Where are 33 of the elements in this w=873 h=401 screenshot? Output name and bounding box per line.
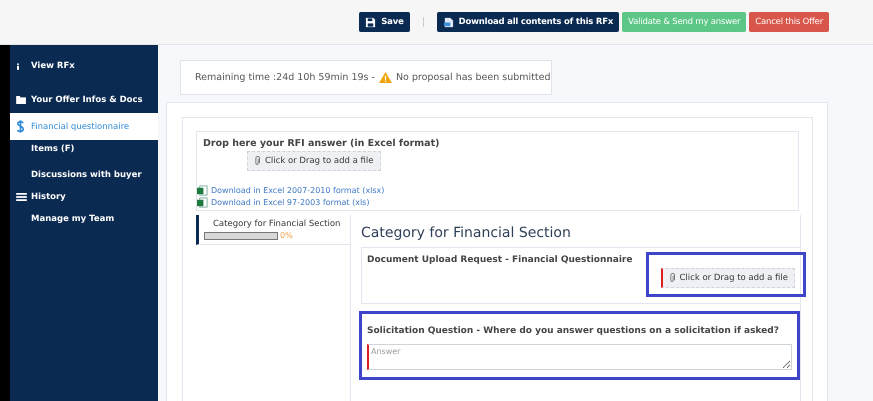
paperclip-icon xyxy=(668,273,674,283)
dollar-icon xyxy=(16,119,25,134)
download-link[interactable]: Download in Excel 97-2003 format (xls) xyxy=(211,198,370,206)
spreadsheet-icon xyxy=(197,196,208,208)
answer-field[interactable]: Answer xyxy=(367,344,792,370)
list-icon xyxy=(16,193,27,201)
file-upload-button[interactable]: Click or Drag to add a file xyxy=(247,151,380,171)
info-icon xyxy=(16,62,20,70)
question-title: Solicitation Question - Where do you answer questions on a solicitation if asked? xyxy=(367,326,780,336)
sidebar-item[interactable]: Financial questionnaire xyxy=(10,113,158,140)
folder-icon xyxy=(16,96,27,104)
sidebar-item[interactable]: History xyxy=(10,188,158,206)
sidebar-item[interactable]: Discussions with buyer xyxy=(10,166,158,184)
download-link[interactable]: Download in Excel 2007-2010 format (xlsx) xyxy=(211,186,384,194)
toolbar-button[interactable]: Cancel this Offer xyxy=(749,12,829,32)
file-upload-button[interactable]: Click or Drag to add a file xyxy=(660,268,795,288)
paperclip-icon xyxy=(254,156,260,166)
save-icon xyxy=(365,16,376,28)
drop-title: Drop here your RFI answer (in Excel format) xyxy=(203,138,440,149)
sidebar-item[interactable]: Items (F) xyxy=(10,140,158,158)
document-icon xyxy=(442,16,454,28)
category-tab[interactable]: Category for Financial Section 0% xyxy=(196,215,350,245)
question-title: Document Upload Request - Financial Questionnaire xyxy=(367,255,634,265)
sidebar-item[interactable]: Your Offer Infos & Docs xyxy=(10,91,158,109)
spreadsheet-icon xyxy=(197,184,208,196)
remaining-time: Remaining time :24d 10h 59min 19s - xyxy=(195,72,375,83)
section-title: Category for Financial Section xyxy=(361,225,572,241)
sidebar-item[interactable]: Manage my Team xyxy=(10,210,158,228)
status-message: No proposal has been submitted xyxy=(396,72,550,83)
toolbar-button[interactable]: Download all contents of this RFx xyxy=(436,12,620,32)
toolbar-button[interactable]: Save xyxy=(359,12,410,32)
sidebar-item[interactable]: View RFx xyxy=(10,57,158,75)
warning-icon xyxy=(378,72,392,83)
